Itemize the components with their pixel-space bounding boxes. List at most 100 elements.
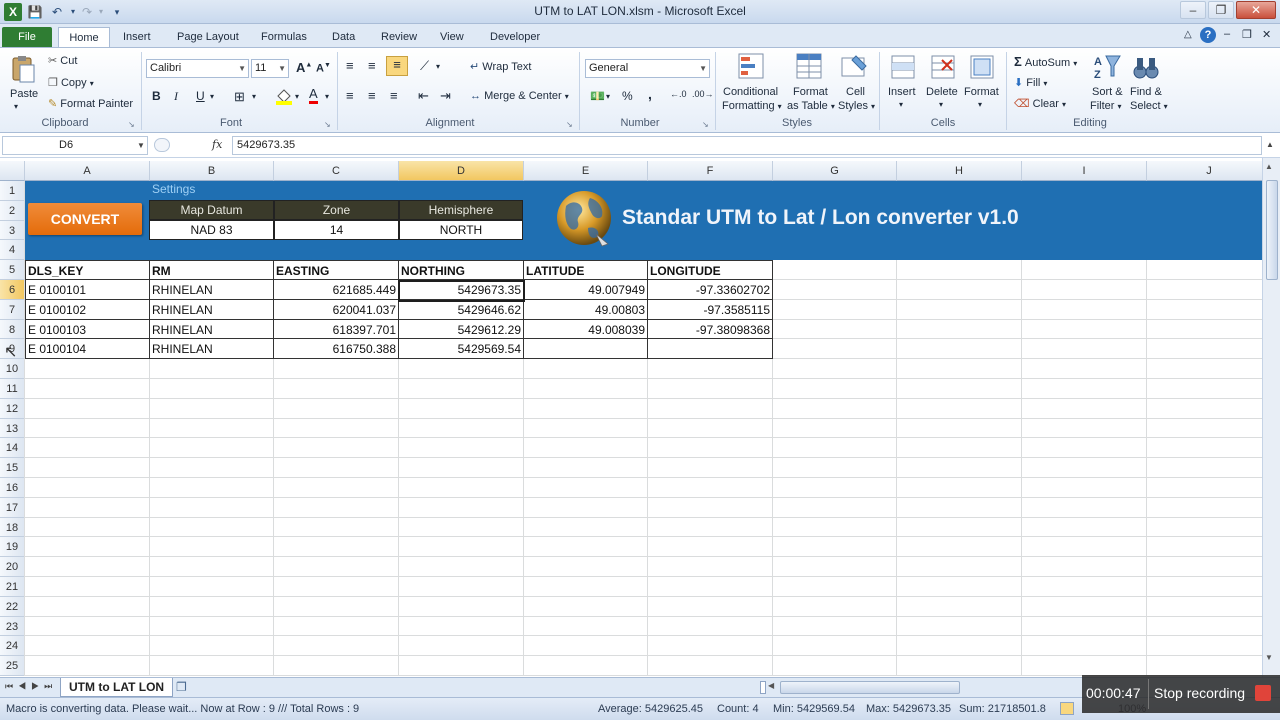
sort-filter-label[interactable]: Sort & [1092,86,1123,98]
find-select-label[interactable]: Find & [1130,86,1162,98]
sort-filter-icon[interactable]: AZ [1092,52,1122,82]
font-name-combo[interactable]: Calibri ▼ [146,59,249,78]
sheet-nav-icons[interactable]: ⏮◀▶⏭ [5,681,57,692]
map-datum-value[interactable]: NAD 83 [149,220,274,240]
column-header[interactable]: B [150,161,274,181]
table-header-cell[interactable]: DLS_KEY [25,260,150,280]
table-header-cell[interactable]: RM [150,260,274,280]
scroll-thumb[interactable] [1266,180,1278,280]
table-cell[interactable]: 5429612.29 [399,319,524,340]
tab-home[interactable]: Home [58,27,110,48]
doc-minimize-icon[interactable]: – [1224,28,1230,40]
clear-button[interactable]: ⌫ Clear ▾ [1014,97,1066,110]
italic-button[interactable]: I [174,89,178,104]
formatting-label[interactable]: Formatting ▾ [722,100,782,112]
number-format-combo[interactable]: General ▼ [585,59,710,78]
tab-developer[interactable]: Developer [484,27,546,48]
table-cell[interactable]: -97.3585115 [648,299,773,320]
table-header-cell[interactable]: EASTING [274,260,399,280]
orientation-dropdown-icon[interactable]: ▾ [436,62,440,71]
table-header-cell[interactable]: LONGITUDE [648,260,773,280]
row-header[interactable]: 2 [0,200,25,221]
delete-cells-icon[interactable] [928,52,958,82]
comma-button[interactable]: , [648,86,652,102]
column-header[interactable]: I [1022,161,1147,181]
tab-file[interactable]: File [2,27,52,48]
tab-split-handle[interactable] [760,681,766,694]
select-all-corner[interactable] [0,161,25,181]
font-color-dropdown-icon[interactable]: ▾ [325,92,329,101]
table-cell[interactable]: 49.008039 [524,319,648,340]
borders-icon[interactable]: ⊞ [234,89,245,105]
underline-dropdown-icon[interactable]: ▾ [210,92,214,101]
restore-button[interactable]: ❐ [1208,1,1234,19]
row-header[interactable]: 4 [0,240,25,261]
row-header[interactable]: 19 [0,537,25,558]
autosum-button[interactable]: Σ AutoSum ▾ [1014,54,1077,69]
ribbon-minimize-icon[interactable]: △ [1184,29,1192,40]
alignment-launcher-icon[interactable]: ↘ [566,120,573,129]
table-cell[interactable]: 49.007949 [524,280,648,300]
align-right-icon[interactable]: ≡ [390,88,398,103]
row-header[interactable]: 5 [0,260,25,280]
format-cells-icon[interactable] [967,52,997,82]
tab-page-layout[interactable]: Page Layout [171,27,245,48]
decrease-decimal-icon[interactable]: .00→ [692,89,714,99]
horizontal-scroll-thumb[interactable] [780,681,960,694]
find-select-label-2[interactable]: Select ▾ [1130,100,1168,112]
conditional-formatting-label[interactable]: Conditional [723,86,778,98]
stop-recording-button[interactable]: Stop recording [1154,685,1245,701]
row-header[interactable]: 24 [0,636,25,657]
accounting-format-icon[interactable]: 💵 [590,89,605,103]
font-color-icon[interactable]: A [309,87,318,104]
table-header-cell[interactable]: NORTHING [399,260,524,280]
grow-font-icon[interactable]: A▲ [296,60,312,75]
orientation-icon[interactable]: ⟋ [420,58,429,74]
row-header[interactable]: 21 [0,577,25,597]
zone-value[interactable]: 14 [274,220,399,240]
name-box[interactable]: D6 [2,136,148,155]
worksheet-grid[interactable]: A B C D E F G H I J 1 2 3 4 5 6 7 8 9 10 11 12 13 14 1… [0,161,1262,676]
decrease-indent-icon[interactable]: ⇤ [418,88,429,104]
table-header-cell[interactable]: LATITUDE [524,260,648,280]
as-table-label[interactable]: as Table ▾ [787,100,835,112]
cell-styles-icon[interactable] [840,52,870,82]
cell-styles-label[interactable]: Styles ▾ [838,100,875,112]
merge-center-button[interactable]: ↔ Merge & Center ▾ [470,90,569,102]
increase-indent-icon[interactable]: ⇥ [440,88,451,104]
minimize-button[interactable]: – [1180,1,1206,19]
scroll-up-icon[interactable]: ▲ [1265,162,1273,171]
table-cell[interactable]: RHINELAN [150,299,274,320]
delete-dropdown-icon[interactable]: ▾ [939,100,943,109]
row-header[interactable]: 11 [0,379,25,399]
underline-button[interactable]: U [196,89,205,103]
paste-icon[interactable] [8,54,38,84]
scroll-down-icon[interactable]: ▼ [1265,653,1273,662]
vertical-scrollbar[interactable]: ▲ ▼ [1262,158,1280,677]
format-dropdown-icon[interactable]: ▾ [978,100,982,109]
table-cell[interactable]: 621685.449 [274,280,399,300]
column-header[interactable]: F [648,161,773,181]
increase-decimal-icon[interactable]: ←.0 [670,89,687,99]
bold-button[interactable]: B [152,89,161,103]
row-header[interactable]: 17 [0,497,25,518]
copy-button[interactable]: ❐ Copy ▾ [48,76,94,89]
tab-data[interactable]: Data [326,27,361,48]
table-cell[interactable]: E 0100101 [25,280,150,300]
column-header[interactable]: E [524,161,648,181]
tab-view[interactable]: View [434,27,470,48]
wrap-text-button[interactable]: ↵ Wrap Text [470,60,531,73]
sheet-tab-active[interactable]: UTM to LAT LON [60,678,174,697]
row-header[interactable]: 13 [0,418,25,439]
table-cell[interactable]: 49.00803 [524,299,648,320]
format-as-table-icon[interactable] [795,52,825,82]
row-header[interactable]: 20 [0,557,25,577]
fill-button[interactable]: ⬇ Fill ▾ [1014,76,1047,89]
shrink-font-icon[interactable]: A▼ [316,62,331,75]
align-left-icon[interactable]: ≡ [346,88,354,103]
row-header[interactable]: 8 [0,319,25,340]
format-cells-button[interactable]: Format [964,86,999,98]
column-header[interactable]: D [399,161,524,181]
conditional-formatting-icon[interactable] [737,52,767,82]
row-header[interactable]: 12 [0,398,25,419]
